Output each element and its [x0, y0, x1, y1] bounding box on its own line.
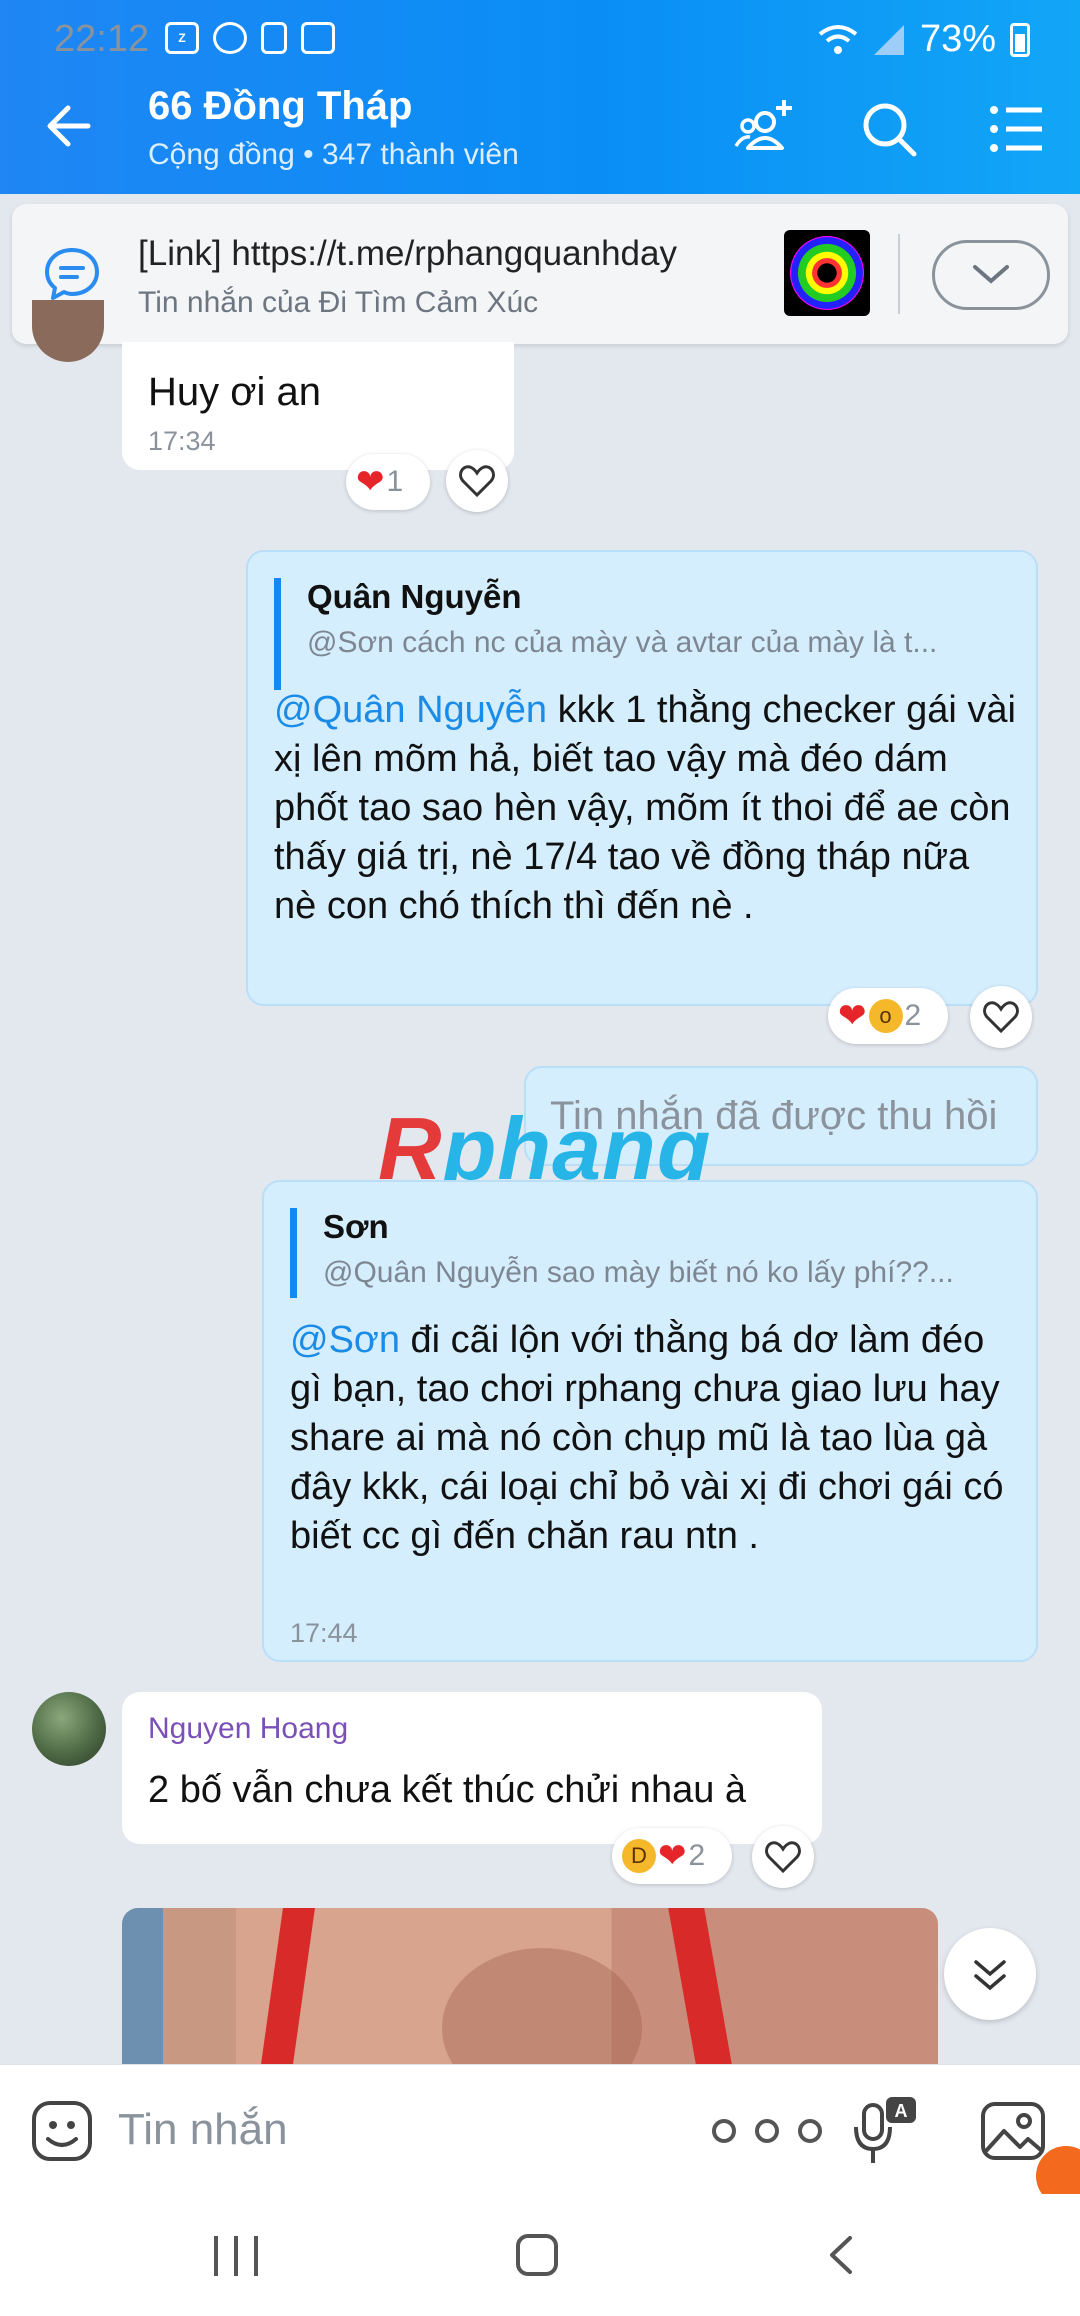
- status-time: 22:12: [54, 18, 150, 60]
- mention-link[interactable]: @Quân Nguyễn: [274, 689, 547, 731]
- top-bar: 22:12 Z 73% 66 Đồng Tháp Cộng đồng • 347…: [0, 0, 1080, 194]
- back-arrow-icon[interactable]: [40, 96, 100, 156]
- message-text: 2 bố vẫn chưa kết thúc chửi nhau à: [148, 1769, 747, 1811]
- chevron-down-icon: [973, 265, 1009, 284]
- group-subtitle: Cộng đồng • 347 thành viên: [148, 138, 519, 171]
- message-text: Huy ơi an: [148, 370, 321, 414]
- lock-icon: [261, 22, 287, 54]
- heart-icon: ❤: [658, 1837, 687, 1875]
- laughing-emoji-icon: D: [622, 1839, 656, 1873]
- message-bubble-incoming[interactable]: Huy ơi an 17:34: [122, 342, 514, 470]
- home-icon[interactable]: [516, 2234, 558, 2276]
- battery-icon: [1010, 22, 1030, 57]
- message-time: 17:44: [290, 1618, 358, 1648]
- heart-icon: ❤: [356, 463, 385, 501]
- svg-text:A: A: [895, 2101, 908, 2121]
- zalo-icon: Z: [165, 22, 199, 54]
- react-button[interactable]: [446, 450, 508, 512]
- pinned-message[interactable]: [Link] https://t.me/rphangquanhday Tin n…: [12, 204, 1068, 344]
- expand-pinned-button[interactable]: [932, 240, 1050, 310]
- message-time: 17:34: [148, 426, 216, 456]
- message-bubble-outgoing[interactable]: Quân Nguyễn @Sơn cách nc của mày và avta…: [246, 550, 1038, 1006]
- react-button[interactable]: [752, 1826, 814, 1888]
- status-bar: 22:12 Z 73%: [0, 0, 1080, 66]
- message-input[interactable]: [118, 2093, 678, 2167]
- chat-bubble-icon: [45, 248, 99, 300]
- menu-list-icon[interactable]: [984, 96, 1050, 162]
- emoji-sticker-icon[interactable]: [30, 2099, 94, 2163]
- voice-to-text-icon[interactable]: A: [852, 2095, 918, 2167]
- chat-header: 66 Đồng Tháp Cộng đồng • 347 thành viên: [0, 66, 1080, 194]
- add-member-icon[interactable]: [732, 96, 798, 162]
- heart-outline-icon: [459, 465, 495, 497]
- quoted-sender: Quân Nguyễn: [307, 578, 522, 615]
- message-bubble-incoming[interactable]: Nguyen Hoang 2 bố vẫn chưa kết thúc chửi…: [122, 1692, 822, 1844]
- search-icon[interactable]: [856, 96, 922, 162]
- heart-outline-icon: [765, 1841, 801, 1873]
- sender-avatar[interactable]: [32, 1692, 106, 1766]
- image-icon: [301, 22, 335, 54]
- reaction-count: 1: [386, 465, 404, 498]
- signal-icon: [873, 24, 904, 55]
- double-chevron-down-icon: [974, 1960, 1006, 1991]
- avatar[interactable]: [32, 300, 104, 362]
- recent-apps-icon[interactable]: [214, 2236, 258, 2276]
- back-chevron-icon[interactable]: [820, 2232, 866, 2278]
- image-picker-icon[interactable]: [980, 2101, 1046, 2161]
- reaction-count: 2: [904, 999, 922, 1032]
- battery-percent: 73%: [919, 18, 996, 60]
- quoted-sender: Sơn: [323, 1208, 389, 1245]
- status-right: 73%: [818, 18, 1030, 61]
- reaction-summary[interactable]: ❤ o 2: [828, 988, 948, 1044]
- message-bubble-outgoing[interactable]: Sơn @Quân Nguyễn sao mày biết nó ko lấy …: [262, 1180, 1038, 1662]
- photo-message[interactable]: [122, 1908, 938, 2064]
- sender-name[interactable]: Nguyen Hoang: [148, 1712, 348, 1746]
- reaction-summary[interactable]: D ❤ 2: [612, 1828, 732, 1884]
- pinned-thumbnail: [784, 230, 870, 316]
- message-text: @Sơn đi cãi lộn với thằng bá dơ làm đéo …: [290, 1316, 1020, 1561]
- heart-outline-icon: [983, 1001, 1019, 1033]
- quoted-text: @Quân Nguyễn sao mày biết nó ko lấy phí?…: [323, 1256, 954, 1289]
- mention-link[interactable]: @Sơn: [290, 1319, 400, 1361]
- more-options-icon[interactable]: [712, 2113, 822, 2149]
- reaction-count: 2: [688, 1839, 706, 1872]
- message-input-bar: A: [0, 2064, 1080, 2194]
- message-text: @Quân Nguyễn kkk 1 thằng checker gái vài…: [274, 686, 1020, 931]
- pinwheel-icon: [213, 22, 247, 54]
- notification-icons: Z: [165, 22, 335, 54]
- heart-icon: ❤: [838, 997, 867, 1035]
- quoted-text: @Sơn cách nc của mày và avtar của mày là…: [307, 626, 938, 659]
- reaction-summary[interactable]: ❤ 1: [346, 454, 430, 510]
- wifi-icon: [818, 24, 858, 54]
- surprised-emoji-icon: o: [868, 999, 903, 1033]
- pinned-subtitle: Tin nhắn của Đi Tìm Cảm Xúc: [138, 286, 539, 319]
- quoted-message[interactable]: Quân Nguyễn @Sơn cách nc của mày và avta…: [274, 578, 994, 690]
- pinned-title: [Link] https://t.me/rphangquanhday: [138, 234, 677, 273]
- react-button[interactable]: [970, 986, 1032, 1048]
- quoted-message[interactable]: Sơn @Quân Nguyễn sao mày biết nó ko lấy …: [290, 1208, 996, 1298]
- scroll-to-bottom-button[interactable]: [944, 1928, 1036, 2020]
- group-title[interactable]: 66 Đồng Tháp: [148, 84, 412, 129]
- system-nav-bar: [0, 2194, 1080, 2316]
- divider: [898, 234, 900, 314]
